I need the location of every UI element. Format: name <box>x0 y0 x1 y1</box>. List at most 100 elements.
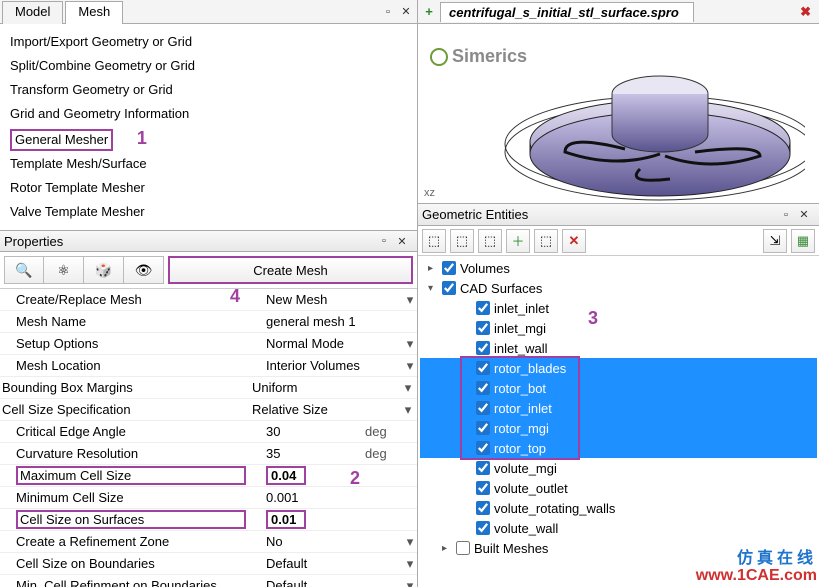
dropdown-icon[interactable]: ▾ <box>403 292 417 308</box>
properties-pin-icon[interactable]: ▫ <box>377 234 391 248</box>
add-tab-icon[interactable]: + <box>418 4 440 19</box>
tree-built-meshes[interactable]: ▸ Built Meshes <box>420 538 817 558</box>
tab-mesh[interactable]: Mesh <box>65 1 123 24</box>
prop-value[interactable]: No <box>266 534 365 549</box>
tree-item-inlet_wall[interactable]: inlet_wall <box>420 338 817 358</box>
prop-value[interactable]: Normal Mode <box>266 336 365 351</box>
prop-row-3[interactable]: Mesh LocationInterior Volumes▾ <box>0 355 417 377</box>
tree-item-volute_wall[interactable]: volute_wall <box>420 518 817 538</box>
tree-item-rotor_inlet[interactable]: rotor_inlet <box>420 398 817 418</box>
prop-row-12[interactable]: Cell Size on BoundariesDefault▾ <box>0 553 417 575</box>
ge-btn-collapse[interactable]: ⇲ <box>763 229 787 253</box>
menu-import-export[interactable]: Import/Export Geometry or Grid <box>8 30 409 54</box>
prop-label: Curvature Resolution <box>16 446 266 461</box>
dropdown-icon[interactable]: ▾ <box>403 358 417 374</box>
ge-btn-3[interactable]: ⬚ <box>478 229 502 253</box>
toolbar-atom-icon[interactable]: ⚛ <box>44 256 84 284</box>
properties-close-icon[interactable]: ✕ <box>395 234 409 248</box>
ge-pin-icon[interactable]: ▫ <box>779 208 793 222</box>
tree-item-volute_rotating_walls[interactable]: volute_rotating_walls <box>420 498 817 518</box>
item-checkbox[interactable] <box>476 381 490 395</box>
prop-value[interactable]: general mesh 1 <box>266 314 365 329</box>
item-checkbox[interactable] <box>476 481 490 495</box>
item-checkbox[interactable] <box>476 441 490 455</box>
prop-value[interactable]: Default <box>266 578 365 587</box>
dropdown-icon[interactable]: ▾ <box>401 402 415 418</box>
ge-btn-2[interactable]: ⬚ <box>450 229 474 253</box>
built-checkbox[interactable] <box>456 541 470 555</box>
prop-row-9[interactable]: Minimum Cell Size0.001 <box>0 487 417 509</box>
toolbar-eye-icon[interactable]: 👁 <box>124 256 164 284</box>
tree-cad-surfaces[interactable]: ▾ CAD Surfaces <box>420 278 817 298</box>
tree-volumes[interactable]: ▸ Volumes <box>420 258 817 278</box>
prop-value[interactable]: Interior Volumes <box>266 358 365 373</box>
item-checkbox[interactable] <box>476 301 490 315</box>
tree-item-inlet_inlet[interactable]: inlet_inlet <box>420 298 817 318</box>
ge-btn-cube[interactable]: ▦ <box>791 229 815 253</box>
prop-row-10[interactable]: Cell Size on Surfaces0.01 <box>0 509 417 531</box>
entity-tree[interactable]: ▸ Volumes ▾ CAD Surfaces inlet_inletinle… <box>418 256 819 587</box>
annotation-2: 2 <box>350 468 360 489</box>
prop-value[interactable]: Relative Size <box>252 402 363 417</box>
cad-checkbox[interactable] <box>442 281 456 295</box>
item-checkbox[interactable] <box>476 521 490 535</box>
tree-item-rotor_mgi[interactable]: rotor_mgi <box>420 418 817 438</box>
menu-grid-geom-info[interactable]: Grid and Geometry Information <box>8 102 409 126</box>
ge-btn-delete[interactable]: ✕ <box>562 229 586 253</box>
create-mesh-button[interactable]: Create Mesh <box>168 256 413 284</box>
tree-item-rotor_top[interactable]: rotor_top <box>420 438 817 458</box>
ge-btn-5[interactable]: ⬚ <box>534 229 558 253</box>
item-checkbox[interactable] <box>476 361 490 375</box>
item-checkbox[interactable] <box>476 401 490 415</box>
item-checkbox[interactable] <box>476 341 490 355</box>
dropdown-icon[interactable]: ▾ <box>403 534 417 550</box>
item-checkbox[interactable] <box>476 421 490 435</box>
prop-row-7[interactable]: Curvature Resolution35deg <box>0 443 417 465</box>
toolbar-view-icon[interactable]: 🔍 <box>4 256 44 284</box>
prop-value[interactable]: 30 <box>266 424 365 439</box>
prop-row-5[interactable]: Cell Size SpecificationRelative Size▾ <box>0 399 417 421</box>
tree-item-inlet_mgi[interactable]: inlet_mgi <box>420 318 817 338</box>
dropdown-icon[interactable]: ▾ <box>403 578 417 587</box>
item-checkbox[interactable] <box>476 461 490 475</box>
dropdown-icon[interactable]: ▾ <box>403 336 417 352</box>
item-checkbox[interactable] <box>476 321 490 335</box>
tab-model[interactable]: Model <box>2 1 63 24</box>
file-tab[interactable]: centrifugal_s_initial_stl_surface.spro <box>440 2 694 22</box>
prop-row-0[interactable]: Create/Replace MeshNew Mesh▾ <box>0 289 417 311</box>
prop-value[interactable]: Uniform <box>252 380 363 395</box>
prop-value[interactable]: New Mesh <box>266 292 365 307</box>
prop-row-13[interactable]: Min. Cell Refinment on BoundariesDefault… <box>0 575 417 587</box>
prop-row-11[interactable]: Create a Refinement ZoneNo▾ <box>0 531 417 553</box>
prop-value[interactable]: 0.001 <box>266 490 365 505</box>
prop-row-4[interactable]: Bounding Box MarginsUniform▾ <box>0 377 417 399</box>
menu-template-mesh[interactable]: Template Mesh/Surface <box>8 152 409 176</box>
ge-btn-add[interactable]: ＋ <box>506 229 530 253</box>
tree-item-volute_mgi[interactable]: volute_mgi <box>420 458 817 478</box>
prop-row-2[interactable]: Setup OptionsNormal Mode▾ <box>0 333 417 355</box>
tree-item-rotor_blades[interactable]: rotor_blades <box>420 358 817 378</box>
viewport-3d[interactable]: Simerics <box>418 24 819 204</box>
prop-value[interactable]: 0.01 <box>266 512 365 527</box>
dropdown-icon[interactable]: ▾ <box>403 556 417 572</box>
prop-row-6[interactable]: Critical Edge Angle30deg <box>0 421 417 443</box>
menu-rotor-template[interactable]: Rotor Template Mesher <box>8 176 409 200</box>
tree-item-rotor_bot[interactable]: rotor_bot <box>420 378 817 398</box>
ge-close-icon[interactable]: ✕ <box>797 208 811 222</box>
ge-btn-1[interactable]: ⬚ <box>422 229 446 253</box>
prop-row-1[interactable]: Mesh Namegeneral mesh 1 <box>0 311 417 333</box>
file-close-icon[interactable]: ✖ <box>792 4 819 20</box>
menu-general-mesher[interactable]: General Mesher 1 <box>8 126 409 152</box>
prop-value[interactable]: 35 <box>266 446 365 461</box>
menu-split-combine[interactable]: Split/Combine Geometry or Grid <box>8 54 409 78</box>
tree-item-volute_outlet[interactable]: volute_outlet <box>420 478 817 498</box>
menu-valve-template[interactable]: Valve Template Mesher <box>8 200 409 224</box>
panel-close-icon[interactable]: ✕ <box>399 5 413 19</box>
menu-transform[interactable]: Transform Geometry or Grid <box>8 78 409 102</box>
toolbar-cube-icon[interactable]: 🎲 <box>84 256 124 284</box>
panel-pin-icon[interactable]: ▫ <box>381 5 395 19</box>
volumes-checkbox[interactable] <box>442 261 456 275</box>
dropdown-icon[interactable]: ▾ <box>401 380 415 396</box>
prop-value[interactable]: Default <box>266 556 365 571</box>
item-checkbox[interactable] <box>476 501 490 515</box>
